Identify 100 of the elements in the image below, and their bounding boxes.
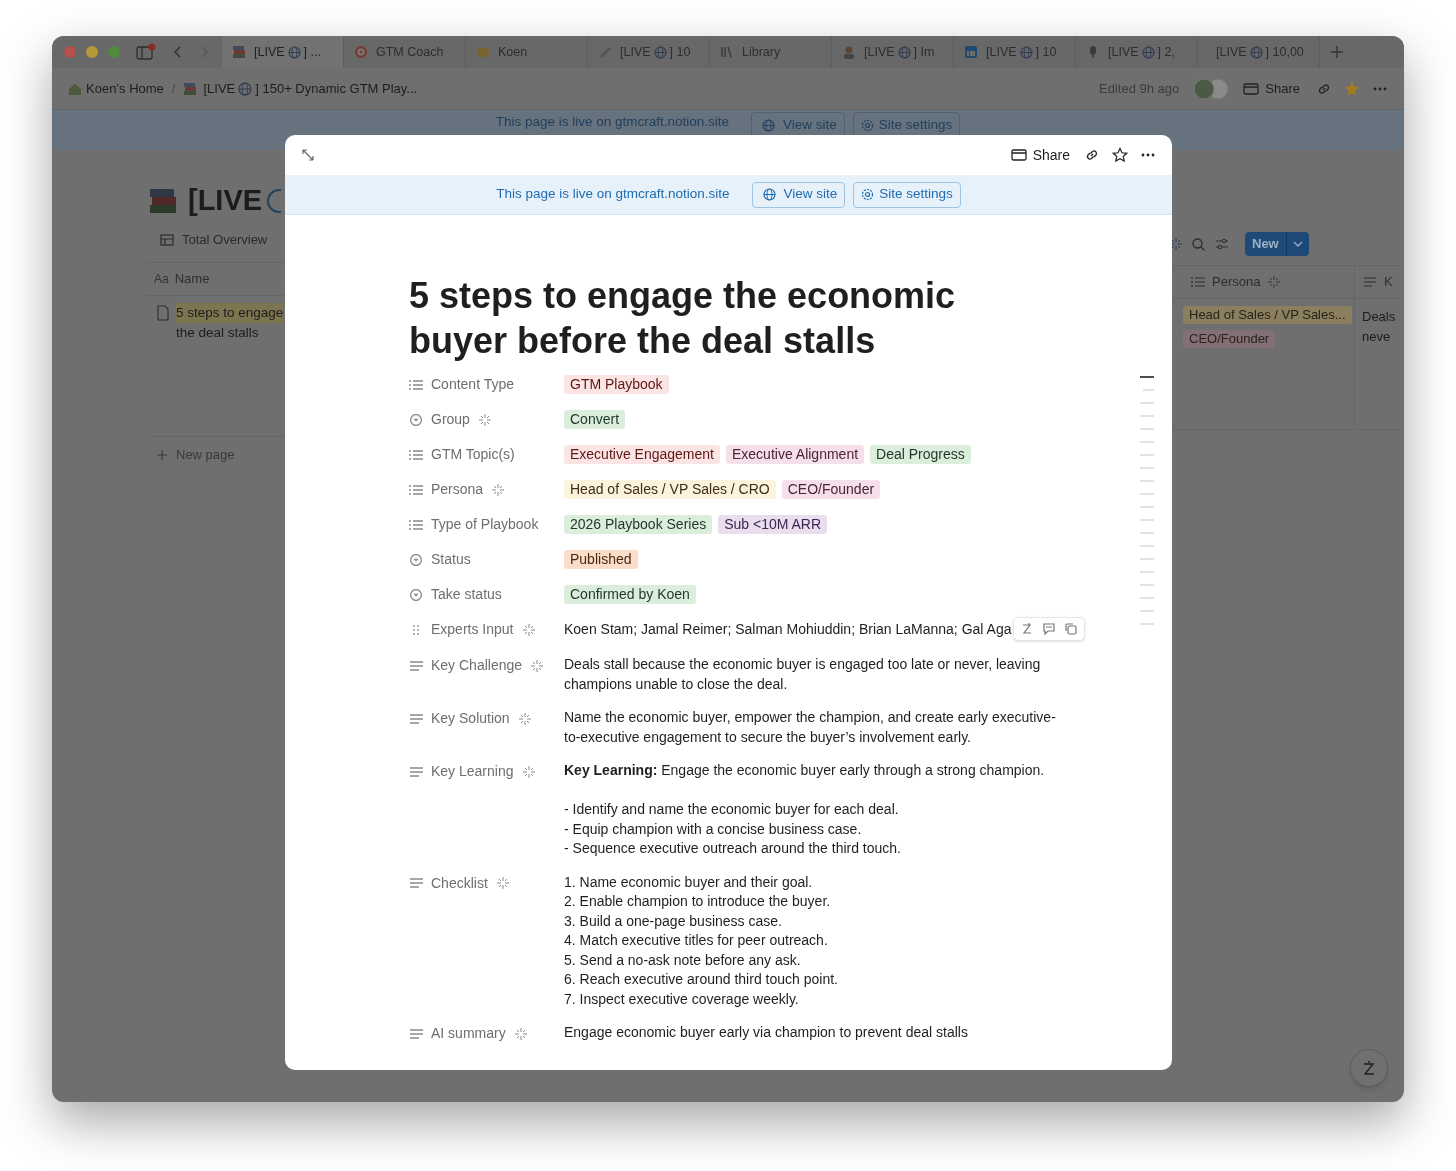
tag: Head of Sales / VP Sales / CRO xyxy=(564,480,776,499)
tag: Published xyxy=(564,550,638,569)
house-icon xyxy=(68,81,82,96)
property-value: 1. Name economic buyer and their goal. xyxy=(564,872,814,892)
property-value: Koen Stam; Jamal Reimer; Salman Mohiuddin; Brian LaManna; Gal Aga xyxy=(564,620,1012,640)
property-label[interactable]: Content Type xyxy=(431,374,515,395)
sidebar-icon[interactable] xyxy=(136,43,156,61)
text-lines-icon xyxy=(409,1027,423,1040)
page-title: 5 steps to engage the economic buyer before the deal stalls xyxy=(409,274,957,363)
copy-icon[interactable] xyxy=(1064,622,1079,636)
breadcrumb-separator: / xyxy=(171,79,176,98)
sliders-icon[interactable] xyxy=(1215,238,1229,250)
column-header[interactable]: Name xyxy=(174,269,210,289)
window-control-icon[interactable] xyxy=(86,46,98,58)
property-value: Deals stall because the economic buyer is engaged too late or never, leaving champions unable to close the deal. xyxy=(564,655,1042,694)
property-label[interactable]: Key Learning xyxy=(431,761,514,782)
tag: Executive Engagement xyxy=(564,445,720,464)
window-icon xyxy=(1010,148,1027,162)
star-icon[interactable] xyxy=(1112,147,1128,163)
tag: CEO/Founder xyxy=(781,480,881,499)
search-icon[interactable] xyxy=(1192,237,1205,251)
property-value: Name the economic buyer, empower the champion, and create early executive-to-executive engagement to secure the buyer’s involvement early. xyxy=(564,708,1057,747)
property-value: 4. Match executive titles for peer outreach. xyxy=(564,931,829,950)
browser-tab[interactable]: [LIVE ] ... xyxy=(222,36,344,68)
window-icon xyxy=(1243,81,1260,96)
tag: 2026 Playbook Series xyxy=(564,515,713,534)
share-button[interactable]: Share xyxy=(1010,144,1070,166)
property-type-mark: Aa xyxy=(154,271,169,288)
text-lines-icon xyxy=(1363,276,1377,288)
property-value: 6. Reach executive around third touch point. xyxy=(564,970,839,989)
ai-assistant-button[interactable] xyxy=(1350,1049,1388,1087)
globe-icon xyxy=(653,45,667,59)
share-button[interactable]: Share xyxy=(1243,78,1300,99)
star-icon[interactable] xyxy=(1344,80,1360,97)
view-tab[interactable]: Total Overview xyxy=(160,228,285,252)
property-value: 3. Build a one-page business case. xyxy=(564,911,783,931)
column-header[interactable]: Persona xyxy=(1212,272,1261,292)
tag: Executive Alignment xyxy=(726,445,865,464)
view-site-button[interactable]: View site xyxy=(751,181,846,208)
tag: Confirmed by Koen xyxy=(564,585,696,604)
property-value: Engage economic buyer early via champion to prevent deal stalls xyxy=(564,1023,969,1042)
property-label[interactable]: Key Challenge xyxy=(431,655,523,676)
property-value: - Identify and name the economic buyer for each deal. xyxy=(564,800,900,819)
live-site-notice: This page is live on gtmcraft.notion.site xyxy=(496,185,730,204)
avatar-stack[interactable] xyxy=(1193,77,1230,100)
globe-icon xyxy=(1019,45,1033,59)
tab-icon xyxy=(476,45,490,59)
property-label[interactable]: Group xyxy=(431,409,470,430)
property-label[interactable]: Experts Input xyxy=(431,619,514,640)
comment-icon[interactable] xyxy=(1042,622,1057,636)
text-lines-icon xyxy=(409,712,423,725)
breadcrumb-link[interactable]: [LIVE ] 150+ Dynamic GTM Play... xyxy=(183,78,418,99)
link-icon[interactable] xyxy=(1084,147,1100,163)
property-value: - Sequence executive outreach around the third touch. xyxy=(564,839,902,858)
list-icon xyxy=(409,378,423,391)
tag: Convert xyxy=(564,410,626,429)
plus-icon[interactable] xyxy=(1330,45,1344,59)
property-label[interactable]: Type of Playbook xyxy=(431,514,539,535)
property-label[interactable]: Status xyxy=(431,549,471,570)
page-icon xyxy=(156,305,170,321)
tag: GTM Playbook xyxy=(564,375,669,394)
list-icon xyxy=(409,448,423,461)
gear-icon xyxy=(861,188,875,201)
tag: Head of Sales / VP Sales... xyxy=(1183,306,1352,324)
books-icon xyxy=(148,186,178,216)
globe-icon xyxy=(287,45,301,59)
column-header[interactable]: K xyxy=(1384,272,1393,292)
property-value: 5. Send a no-ask note before any ask. xyxy=(564,950,802,970)
table-cell: Deals neve xyxy=(1354,299,1404,429)
globe-icon xyxy=(266,188,282,214)
expand-icon[interactable] xyxy=(301,148,315,162)
table-icon xyxy=(160,234,174,246)
globe-icon xyxy=(238,81,253,96)
tab-icon xyxy=(964,45,978,59)
property-label[interactable]: Checklist xyxy=(431,872,488,894)
tab-icon xyxy=(842,45,856,59)
property-value: - Equip champion with a concise business case. xyxy=(564,819,863,839)
sparkle-icon[interactable] xyxy=(1170,238,1182,250)
globe-icon xyxy=(897,45,911,59)
breadcrumb-link[interactable]: Koen’s Home xyxy=(68,78,164,99)
window-control-icon[interactable] xyxy=(108,46,120,58)
tag: Sub <10M ARR xyxy=(718,515,828,534)
gear-icon xyxy=(860,118,874,132)
property-value: 2. Enable champion to introduce the buyer. xyxy=(564,892,832,911)
site-settings-button[interactable]: Site settings xyxy=(853,181,961,208)
books-icon xyxy=(183,81,198,96)
globe-icon xyxy=(1249,45,1263,59)
property-label[interactable]: GTM Topic(s) xyxy=(431,444,515,465)
tag: CEO/Founder xyxy=(1183,330,1276,348)
tab-icon xyxy=(232,45,246,59)
globe-icon xyxy=(1141,45,1155,59)
property-label[interactable]: Key Solution xyxy=(431,708,510,729)
property-label[interactable]: AI summary xyxy=(431,1023,506,1044)
property-label[interactable]: Take status xyxy=(431,584,502,605)
property-label[interactable]: Persona xyxy=(431,479,484,500)
plus-icon xyxy=(156,448,168,461)
property-value: Key Learning: Engage the economic buyer early through a strong champion. xyxy=(564,761,1046,780)
globe-icon xyxy=(762,188,776,201)
tag: Deal Progress xyxy=(870,445,971,464)
tab-icon xyxy=(720,45,734,59)
